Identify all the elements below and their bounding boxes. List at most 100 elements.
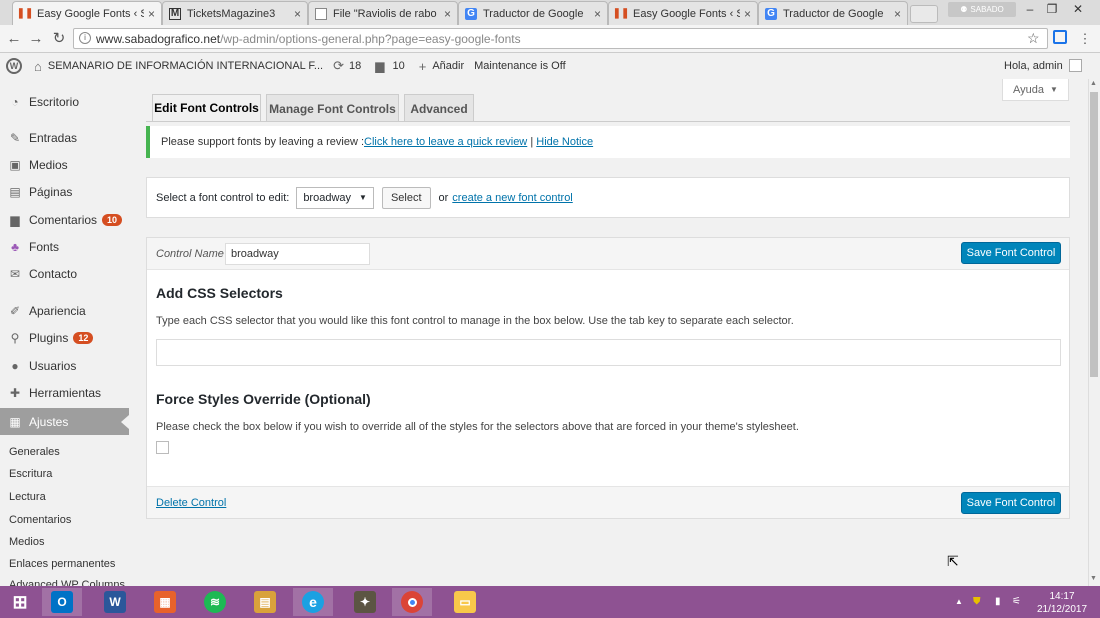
close-icon[interactable]: × — [444, 7, 451, 21]
windows-start-icon[interactable]: ⊞ — [0, 588, 40, 616]
address-bar[interactable]: i www.sabadografico.net/wp-admin/options… — [73, 28, 1048, 49]
close-icon[interactable]: × — [148, 7, 155, 21]
outlook-icon[interactable]: O — [42, 588, 82, 616]
close-icon[interactable]: × — [744, 7, 751, 21]
tab-title: File "Raviolis de rabo de — [333, 7, 440, 20]
maintenance-link[interactable]: Maintenance is Off — [474, 60, 566, 72]
wifi-icon[interactable]: ⚟ — [1012, 596, 1021, 607]
sidebar-item-apariencia[interactable]: ✐ Apariencia — [0, 298, 129, 324]
review-link[interactable]: Click here to leave a quick review — [364, 136, 527, 148]
updates-link[interactable]: ⟳ 18 — [333, 58, 361, 74]
sidebar-item-contacto[interactable]: ✉ Contacto — [0, 261, 129, 287]
new-tab-button[interactable] — [910, 5, 938, 23]
button-label: Save Font Control — [966, 247, 1056, 259]
count-badge: 10 — [102, 214, 123, 226]
browser-tab[interactable]: ❚❚ Easy Google Fonts ‹ SEM × — [608, 1, 758, 25]
sidebar-item-label: Escritorio — [29, 95, 80, 109]
sidebar-item-herramientas[interactable]: ✚ Herramientas — [0, 380, 129, 406]
delete-control-link[interactable]: Delete Control — [156, 497, 226, 509]
profile-badge[interactable]: ⚉ SABADO — [948, 2, 1016, 17]
sidebar-item-ajustes[interactable]: ▦ Ajustes — [0, 408, 129, 435]
info-icon[interactable]: i — [79, 32, 91, 44]
sidebar-item-entradas[interactable]: ✎ Entradas — [0, 125, 129, 151]
battery-icon[interactable]: ▮ — [995, 596, 1001, 607]
browser-tab[interactable]: G Traductor de Google × — [458, 1, 608, 25]
wordpress-pause-icon: ❚❚ — [16, 8, 34, 19]
menu-icon[interactable]: ⋮ — [1076, 30, 1094, 48]
spotify-icon[interactable]: ≋ — [195, 588, 235, 616]
scrollbar-thumb[interactable] — [1090, 92, 1098, 377]
save-font-control-button[interactable]: Save Font Control — [961, 242, 1061, 264]
extension-icon[interactable] — [1053, 30, 1067, 44]
help-button[interactable]: Ayuda ▼ — [1002, 79, 1069, 101]
close-window-icon[interactable]: ✕ — [1068, 2, 1088, 16]
close-icon[interactable]: × — [294, 7, 301, 21]
chrome-icon[interactable] — [392, 588, 432, 616]
font-control-select[interactable]: broadway ▼ — [296, 186, 374, 209]
force-styles-heading: Force Styles Override (Optional) — [156, 391, 371, 407]
sidebar-item-medios[interactable]: ▣ Medios — [0, 152, 129, 178]
close-icon[interactable]: × — [594, 7, 601, 21]
select-button[interactable]: Select — [381, 186, 431, 209]
submenu-enlaces-permanentes[interactable]: Enlaces permanentes — [9, 558, 115, 570]
hide-notice-link[interactable]: Hide Notice — [536, 136, 593, 148]
tab-edit-font-controls[interactable]: Edit Font Controls — [152, 94, 261, 122]
sidebar-item-plugins[interactable]: ⚲ Plugins 12 — [0, 325, 129, 351]
save-font-control-button[interactable]: Save Font Control — [961, 492, 1061, 514]
caret-down-icon: ▼ — [359, 193, 367, 202]
back-icon[interactable]: ← — [5, 30, 23, 48]
scroll-up-icon[interactable]: ▲ — [1090, 80, 1097, 87]
browser-tab[interactable]: File "Raviolis de rabo de × — [308, 1, 458, 25]
sidebar-item-usuarios[interactable]: ● Usuarios — [0, 353, 129, 379]
sidebar-item-label: Medios — [29, 158, 68, 172]
my-account-link[interactable]: Hola, admin — [1004, 59, 1082, 72]
mouse-cursor-icon: ⇱ — [947, 553, 959, 569]
control-name-input[interactable]: broadway — [225, 243, 370, 265]
css-selectors-input[interactable] — [156, 339, 1061, 366]
browser-tab[interactable]: M TicketsMagazine3 × — [162, 1, 308, 25]
site-name-link[interactable]: ⌂ SEMANARIO DE INFORMACIÓN INTERNACIONAL… — [34, 59, 323, 74]
forward-icon[interactable]: → — [27, 30, 45, 48]
force-styles-checkbox[interactable] — [156, 441, 169, 454]
tray-expand-icon[interactable]: ▲ — [955, 597, 963, 606]
star-icon[interactable]: ☆ — [1027, 30, 1040, 47]
tab-advanced[interactable]: Advanced — [404, 94, 474, 122]
archive-app-icon[interactable]: ▤ — [245, 588, 285, 616]
photos-app-icon[interactable]: ▦ — [145, 588, 185, 616]
submenu-generales[interactable]: Generales — [9, 446, 60, 458]
add-new-link[interactable]: + Añadir — [419, 59, 464, 74]
sidebar-item-escritorio[interactable]: ◔ Escritorio — [0, 89, 129, 115]
minimize-icon[interactable]: – — [1020, 2, 1040, 16]
tab-title: TicketsMagazine3 — [187, 7, 276, 20]
wordpress-logo-icon[interactable]: W — [6, 58, 22, 74]
submenu-escritura[interactable]: Escritura — [9, 468, 52, 480]
sidebar-item-fonts[interactable]: ♣ Fonts — [0, 234, 129, 260]
submenu-comentarios[interactable]: Comentarios — [9, 514, 71, 526]
scroll-down-icon[interactable]: ▼ — [1090, 575, 1097, 582]
file-explorer-icon[interactable]: ▭ — [445, 588, 485, 616]
shield-icon[interactable]: ⛊ — [973, 596, 981, 607]
close-icon[interactable]: × — [894, 7, 901, 21]
submenu-medios[interactable]: Medios — [9, 536, 44, 548]
tools-icon: ✚ — [9, 386, 21, 400]
css-selectors-heading: Add CSS Selectors — [156, 285, 283, 301]
submenu-lectura[interactable]: Lectura — [9, 491, 46, 503]
reload-icon[interactable]: ↻ — [50, 30, 68, 48]
browser-tab[interactable]: ❚❚ Easy Google Fonts ‹ SEM × — [12, 1, 162, 25]
sidebar-item-paginas[interactable]: ▤ Páginas — [0, 179, 129, 205]
gimp-icon[interactable]: ✦ — [345, 588, 385, 616]
button-label: Select — [390, 191, 422, 204]
wp-admin-bar: W ⌂ SEMANARIO DE INFORMACIÓN INTERNACION… — [0, 53, 1100, 79]
restore-icon[interactable]: ❐ — [1042, 2, 1062, 16]
internet-explorer-icon[interactable]: e — [293, 588, 333, 616]
sidebar-item-comentarios[interactable]: ▆ Comentarios 10 — [0, 207, 129, 233]
greeting: Hola, admin — [1004, 59, 1063, 72]
comments-link[interactable]: ▆ 10 — [375, 59, 404, 73]
word-icon[interactable]: W — [95, 588, 135, 616]
browser-toolbar: ← → ↻ i www.sabadografico.net/wp-admin/o… — [0, 25, 1100, 53]
taskbar-clock[interactable]: 14:17 21/12/2017 — [1032, 590, 1092, 616]
or-text: or — [438, 191, 449, 204]
browser-tab[interactable]: G Traductor de Google × — [758, 1, 908, 25]
tab-manage-font-controls[interactable]: Manage Font Controls — [266, 94, 399, 122]
create-font-control-link[interactable]: create a new font control — [452, 192, 572, 204]
